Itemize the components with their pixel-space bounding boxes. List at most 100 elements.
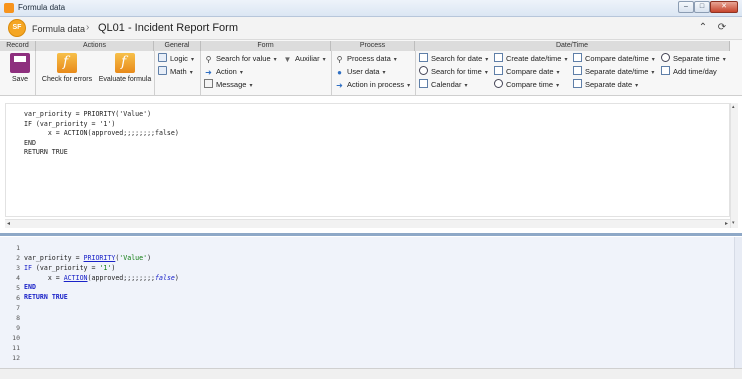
group-datetime: Date/Time	[415, 41, 730, 51]
compare-date-label: Compare date	[506, 67, 554, 76]
line-number: 8	[16, 314, 20, 322]
chevron-down-icon: ▾	[382, 70, 386, 76]
search-date-dropdown[interactable]: Search for date ▾	[419, 53, 488, 64]
search-value-label: Search for value	[216, 54, 271, 63]
collapse-icon[interactable]: ⌃	[697, 22, 709, 34]
action-in-process-label: Action in process	[347, 80, 405, 89]
line-number-gutter: 1 2 3 4 5 6 7 8 9 10 11 12	[0, 237, 22, 368]
line-number: 5	[16, 284, 20, 292]
calendar-icon	[419, 79, 428, 88]
scroll-right-icon[interactable]: ▸	[725, 220, 728, 227]
refresh-icon[interactable]: ⟳	[716, 22, 728, 34]
chevron-down-icon: ▾	[484, 70, 488, 76]
clock-icon	[494, 79, 503, 88]
math-label: Math	[170, 67, 187, 76]
divider	[200, 51, 201, 95]
divider	[35, 51, 36, 95]
compare-time-label: Compare time	[506, 80, 554, 89]
chevron-down-icon: ▾	[564, 57, 568, 63]
clock-icon	[661, 53, 670, 62]
code-line: RETURN TRUE	[24, 148, 68, 156]
maximize-button[interactable]: □	[694, 1, 710, 13]
save-button[interactable]: Save	[6, 53, 34, 83]
formula-check-icon	[57, 53, 77, 73]
search-time-label: Search for time	[431, 67, 482, 76]
message-dropdown[interactable]: Message ▾	[204, 79, 252, 90]
action-label: Action	[216, 67, 237, 76]
search-icon: ⚲	[336, 55, 343, 64]
create-datetime-dropdown[interactable]: Create date/time ▾	[494, 53, 567, 64]
clock-icon	[419, 66, 428, 75]
math-dropdown[interactable]: Math ▾	[158, 66, 193, 77]
user-data-dropdown[interactable]: ● User data ▾	[335, 66, 386, 77]
logic-dropdown[interactable]: Logic ▾	[158, 53, 194, 64]
breadcrumb[interactable]: Formula data	[32, 24, 85, 34]
logic-label: Logic	[170, 54, 188, 63]
line-number: 3	[16, 264, 20, 272]
save-label: Save	[12, 76, 28, 83]
search-icon: ⚲	[205, 55, 212, 64]
chevron-down-icon: ▾	[464, 83, 468, 89]
line-number: 2	[16, 254, 20, 262]
calendar-split-icon	[573, 79, 582, 88]
group-actions: Actions	[36, 41, 154, 51]
chevron-down-icon: ▾	[635, 83, 639, 89]
scroll-down-icon[interactable]: ▾	[732, 220, 735, 226]
app-logo-icon: SF	[8, 19, 26, 37]
separate-date-label: Separate date	[585, 80, 633, 89]
line-number: 7	[16, 304, 20, 312]
calendar-search-icon	[419, 53, 428, 62]
divider	[154, 51, 155, 95]
code-line: var_priority = PRIORITY('Value')	[24, 110, 152, 118]
search-value-dropdown[interactable]: ⚲ Search for value ▾	[204, 53, 277, 64]
code-line: IF (var_priority = '1')	[24, 263, 116, 272]
check-errors-button[interactable]: Check for errors	[40, 53, 94, 83]
evaluate-formula-button[interactable]: Evaluate formula	[97, 53, 153, 83]
compare-time-dropdown[interactable]: Compare time ▾	[494, 79, 559, 90]
line-number: 12	[12, 354, 20, 362]
page-title: QL01 - Incident Report Form	[98, 22, 239, 34]
compare-datetime-dropdown[interactable]: Compare date/time ▾	[573, 53, 655, 64]
editor-horizontal-scrollbar[interactable]: ◂ ▸	[5, 219, 730, 228]
formula-code[interactable]: var_priority = PRIORITY('Value') IF (var_…	[24, 110, 179, 158]
search-date-label: Search for date	[431, 54, 483, 63]
chevron-down-icon: ▾	[407, 83, 411, 89]
auxiliar-dropdown[interactable]: ▼ Auxiliar ▾	[283, 53, 326, 64]
line-number: 4	[16, 274, 20, 282]
calendar-dropdown[interactable]: Calendar ▾	[419, 79, 467, 90]
chevron-down-icon: ▾	[322, 57, 326, 63]
editor-vertical-scrollbar[interactable]: ▴ ▾	[730, 103, 738, 228]
code-line: var_priority = PRIORITY('Value')	[24, 254, 152, 262]
syntax-preview: 1 2 3 4 5 6 7 8 9 10 11 12 var_priority …	[0, 237, 742, 368]
app-icon	[4, 3, 14, 13]
window-titlebar: Formula data – □ ✕	[0, 0, 742, 17]
user-icon: ●	[337, 68, 342, 77]
add-timeday-dropdown[interactable]: Add time/day	[661, 66, 717, 77]
chevron-down-icon: ▾	[651, 57, 655, 63]
action-dropdown[interactable]: ➜ Action ▾	[204, 66, 243, 77]
scroll-up-icon[interactable]: ▴	[732, 104, 735, 110]
user-data-label: User data	[347, 67, 380, 76]
search-time-dropdown[interactable]: Search for time ▾	[419, 66, 488, 77]
code-line: END	[24, 138, 36, 147]
scroll-left-icon[interactable]: ◂	[7, 220, 10, 227]
action-in-process-dropdown[interactable]: ➜ Action in process ▾	[335, 79, 410, 90]
chevron-down-icon: ▾	[239, 70, 243, 76]
panel-splitter[interactable]	[0, 233, 742, 236]
auxiliar-label: Auxiliar	[295, 54, 320, 63]
calendar-split-icon	[573, 66, 582, 75]
process-data-dropdown[interactable]: ⚲ Process data ▾	[335, 53, 397, 64]
close-button[interactable]: ✕	[710, 1, 738, 13]
compare-date-dropdown[interactable]: Compare date ▾	[494, 66, 560, 77]
separate-time-dropdown[interactable]: Separate time ▾	[661, 53, 726, 64]
code-line: IF (var_priority = '1')	[24, 119, 116, 128]
formula-editor[interactable]: var_priority = PRIORITY('Value') IF (var_…	[5, 103, 730, 217]
divider	[415, 51, 416, 95]
separate-datetime-dropdown[interactable]: Separate date/time ▾	[573, 66, 654, 77]
page-header: SF Formula data › QL01 - Incident Report…	[0, 17, 742, 40]
add-timeday-label: Add time/day	[673, 67, 717, 76]
separate-date-dropdown[interactable]: Separate date ▾	[573, 79, 638, 90]
preview-vertical-scrollbar[interactable]	[734, 237, 742, 368]
minimize-button[interactable]: –	[678, 1, 694, 13]
status-bar	[0, 368, 742, 379]
